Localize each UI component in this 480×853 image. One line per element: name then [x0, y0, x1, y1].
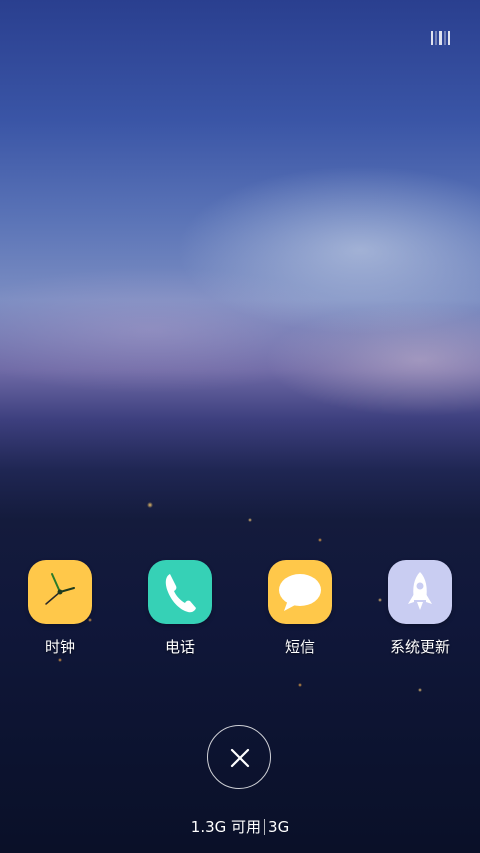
app-label-system-update: 系统更新 — [389, 638, 450, 656]
phone-icon — [148, 560, 212, 624]
rocket-icon — [388, 560, 452, 624]
recent-app-clock[interactable]: 时钟 — [12, 560, 108, 657]
memory-total: 3G — [268, 818, 290, 836]
recent-app-messages[interactable]: 短信 — [252, 560, 348, 657]
app-label-phone: 电话 — [164, 638, 195, 656]
recent-app-system-update[interactable]: 系统更新 — [372, 560, 468, 657]
close-icon — [230, 748, 250, 768]
recent-apps-row: 时钟 电话 短信 系统更新 — [0, 560, 480, 660]
memory-status: 1.3G 可用 3G — [0, 816, 480, 837]
memory-available: 1.3G 可用 — [190, 818, 262, 836]
clock-icon — [28, 560, 92, 624]
app-label-clock: 时钟 — [44, 638, 75, 656]
recent-app-phone[interactable]: 电话 — [132, 560, 228, 657]
clear-all-button[interactable] — [207, 725, 271, 789]
message-icon — [268, 560, 332, 624]
app-label-messages: 短信 — [284, 638, 315, 656]
memory-separator — [264, 819, 266, 835]
recent-apps-view-toggle-icon[interactable] — [431, 31, 451, 45]
